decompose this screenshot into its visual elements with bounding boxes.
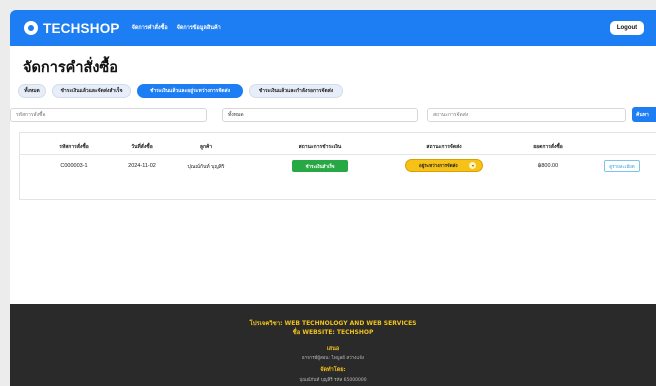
footer-website-line: ชื่อ WEBSITE: TECHSHOP (292, 329, 374, 336)
orders-table: รหัสการสั่งซื้อ วันที่สั่งซื้อ ลูกค้า สถ… (19, 132, 656, 200)
footer-advisor-name: อาจารย์ผู้สอน: ไพบูลย์ สว่างแจ้ง (301, 356, 365, 361)
payment-status-badge: ชำระเงินสำเร็จ (292, 160, 348, 172)
footer-advisor-label: เสนอ (326, 346, 340, 352)
cell-order-id: C000003-1 (60, 163, 88, 169)
header-divider (20, 154, 656, 155)
footer-team-label: จัดทำโดย: (320, 367, 346, 373)
shipping-status-text: อยู่ระหว่างการจัดส่ง (419, 164, 458, 169)
filter-tab-all[interactable]: ทั้งหมด (18, 84, 46, 98)
page-title: จัดการคำสั่งซื้อ (23, 60, 118, 76)
shipping-status-select[interactable]: สถานะการจัดส่ง (427, 108, 626, 122)
logout-button[interactable]: Logout (610, 21, 644, 35)
payment-status-select[interactable]: ทั้งหมด (222, 108, 418, 122)
column-header-order-total: ยอดการสั่งซื้อ (533, 144, 563, 150)
top-navbar: TECHSHOP จัดการคำสั่งซื้อ จัดการข้อมูลสิ… (10, 10, 656, 46)
footer: โปรเจควิชา: WEB TECHNOLOGY AND WEB SERVI… (10, 304, 656, 386)
column-header-order-date: วันที่สั่งซื้อ (131, 144, 153, 150)
footer-team-member: ปุณณ์กันท์ บุญสิริ รหัส 65000000 (299, 378, 367, 383)
chevron-down-icon (469, 162, 476, 169)
column-header-customer: ลูกค้า (199, 144, 213, 150)
filter-tab-paid-delivered[interactable]: ชำระเงินแล้วและจัดส่งสำเร็จ (52, 84, 131, 98)
payment-status-value: ทั้งหมด (228, 112, 244, 118)
main-panel: จัดการคำสั่งซื้อ ทั้งหมด ชำระเงินแล้วและ… (10, 46, 656, 304)
shipping-status-dropdown[interactable]: อยู่ระหว่างการจัดส่ง (405, 159, 483, 172)
cell-customer: ปุณณ์กันท์ บุญสิริ (187, 164, 225, 170)
logo-icon (24, 21, 38, 35)
brand-name[interactable]: TECHSHOP (43, 21, 120, 36)
filter-tab-paid-shipping[interactable]: ชำระเงินแล้วและอยู่ระหว่างการจัดส่ง (137, 84, 243, 98)
nav-link-products[interactable]: จัดการข้อมูลสินค้า (177, 24, 221, 32)
filter-tab-paid-awaiting[interactable]: ชำระเงินแล้วและกำลังรอการจัดส่ง (249, 84, 343, 98)
order-id-search-input[interactable]: รหัสการสั่งซื้อ (10, 108, 207, 122)
order-id-placeholder: รหัสการสั่งซื้อ (16, 112, 46, 118)
column-header-order-id: รหัสการสั่งซื้อ (59, 144, 89, 150)
cell-order-total: ฿800.00 (537, 163, 559, 169)
column-header-shipping-status: สถานะการจัดส่ง (426, 144, 462, 150)
cell-order-date: 2024-11-02 (128, 163, 156, 169)
search-button[interactable]: ค้นหา (632, 107, 656, 122)
nav-link-orders[interactable]: จัดการคำสั่งซื้อ (132, 24, 168, 32)
view-details-button[interactable]: ดูรายละเอียด (604, 160, 640, 172)
shipping-status-placeholder: สถานะการจัดส่ง (433, 112, 469, 118)
column-header-payment-status: สถานะการชำระเงิน (298, 144, 342, 150)
